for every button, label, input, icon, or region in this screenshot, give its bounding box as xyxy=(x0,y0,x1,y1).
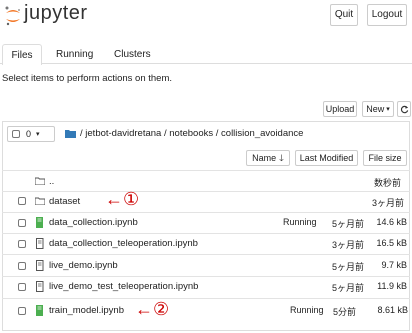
refresh-icon xyxy=(400,105,408,113)
sort-name-label: Name xyxy=(252,152,277,163)
file-name[interactable]: data_collection_teleoperation.ipynb xyxy=(49,238,198,249)
notebook-running-icon xyxy=(36,305,43,316)
folder-icon xyxy=(35,197,45,205)
file-name[interactable]: live_demo.ipynb xyxy=(49,260,118,271)
annotation-arrow: ← xyxy=(105,189,123,209)
tab-files-label: Files xyxy=(11,49,33,61)
breadcrumb: / jetbot-davidretana / notebooks / colli… xyxy=(80,128,303,139)
select-all-dropdown[interactable]: 0 ▾ xyxy=(7,126,55,142)
notebook-running-icon xyxy=(36,217,43,228)
last-modified-label: Last Modified xyxy=(299,152,354,163)
last-modified: 5ヶ月前 xyxy=(332,219,365,229)
new-label: New xyxy=(366,103,385,114)
file-size: 8.61 kB xyxy=(377,305,408,315)
jupyter-logo[interactable]: jupyter xyxy=(2,2,92,28)
folder-icon xyxy=(35,177,45,185)
sort-last-modified-button[interactable]: Last Modified xyxy=(295,150,358,166)
selected-count: 0 xyxy=(26,128,32,139)
last-modified: 3ヶ月前 xyxy=(372,198,405,208)
upload-button[interactable]: Upload xyxy=(323,101,357,117)
row-checkbox[interactable] xyxy=(18,283,26,291)
file-name[interactable]: dataset xyxy=(49,196,80,207)
last-modified: 5分前 xyxy=(333,307,357,317)
row-checkbox[interactable] xyxy=(18,307,26,315)
row-checkbox[interactable] xyxy=(18,262,26,270)
tabs-baseline xyxy=(0,63,412,64)
annotation-marker-2: ←② xyxy=(135,299,169,320)
tab-files[interactable]: Files xyxy=(2,44,42,65)
caret-down-icon: ▾ xyxy=(386,105,390,113)
refresh-button[interactable] xyxy=(397,101,411,117)
row-divider xyxy=(2,276,410,277)
upload-label: Upload xyxy=(325,103,355,114)
notebook-icon xyxy=(36,260,44,271)
new-dropdown-button[interactable]: New ▾ xyxy=(362,101,394,117)
running-status: Running xyxy=(290,305,324,315)
file-size: 14.6 kB xyxy=(376,217,407,227)
quit-button[interactable]: Quit xyxy=(330,4,358,26)
row-checkbox[interactable] xyxy=(18,197,26,205)
file-name[interactable]: .. xyxy=(49,176,54,187)
row-divider xyxy=(2,191,410,192)
running-status: Running xyxy=(283,217,317,227)
file-size: 11.9 kB xyxy=(377,281,407,291)
notebook-icon xyxy=(36,238,44,249)
tab-clusters[interactable]: Clusters xyxy=(114,49,151,60)
last-modified: 3ヶ月前 xyxy=(332,240,365,250)
breadcrumb-item[interactable]: notebooks xyxy=(169,128,213,139)
row-divider xyxy=(2,170,410,171)
row-divider xyxy=(2,233,410,234)
row-divider xyxy=(2,212,410,213)
file-size-label: File size xyxy=(368,152,402,163)
annotation-arrow: ← xyxy=(135,299,153,319)
row-checkbox[interactable] xyxy=(18,240,26,248)
jupyter-logo-icon xyxy=(5,6,20,26)
file-size: 16.5 kB xyxy=(376,238,407,248)
logout-label: Logout xyxy=(371,9,403,20)
file-name[interactable]: data_collection.ipynb xyxy=(49,217,138,228)
breadcrumb-item[interactable]: collision_avoidance xyxy=(221,128,303,139)
annotation-number: ② xyxy=(153,299,170,319)
logo-text: jupyter xyxy=(24,2,88,24)
tab-running[interactable]: Running xyxy=(56,49,93,60)
last-modified: 5ヶ月前 xyxy=(332,283,365,293)
row-divider xyxy=(2,298,410,299)
notebook-icon xyxy=(36,281,44,292)
select-all-checkbox[interactable] xyxy=(12,130,20,138)
row-divider xyxy=(2,254,410,255)
sort-file-size-button[interactable]: File size xyxy=(363,150,407,166)
instruction-text: Select items to perform actions on them. xyxy=(2,73,173,84)
arrow-down-icon: 🡓 xyxy=(279,152,284,163)
folder-icon[interactable] xyxy=(65,129,76,138)
last-modified: 5ヶ月前 xyxy=(332,262,365,272)
sort-name-button[interactable]: Name 🡓 xyxy=(246,150,290,166)
last-modified: 数秒前 xyxy=(374,178,402,188)
caret-down-icon: ▾ xyxy=(36,130,40,138)
tab-clusters-label: Clusters xyxy=(114,49,151,60)
file-name[interactable]: live_demo_test_teleoperation.ipynb xyxy=(49,281,198,292)
logout-button[interactable]: Logout xyxy=(367,4,407,26)
breadcrumb-item[interactable]: jetbot-davidretana xyxy=(85,128,161,139)
annotation-marker-1: ←① xyxy=(105,189,139,210)
tab-running-label: Running xyxy=(56,49,94,60)
file-name[interactable]: train_model.ipynb xyxy=(49,305,124,316)
annotation-number: ① xyxy=(123,189,140,209)
row-checkbox[interactable] xyxy=(18,219,26,227)
file-size: 9.7 kB xyxy=(381,260,407,270)
quit-label: Quit xyxy=(334,9,354,20)
